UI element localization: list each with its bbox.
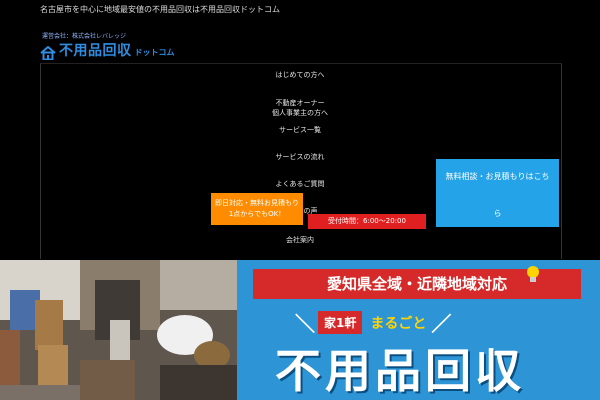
site-logo[interactable]: 不用品回収 ドットコム [40, 40, 175, 60]
house-icon [40, 46, 56, 60]
business-hours-badge: 受付時間：6:00〜20:00 [308, 214, 426, 229]
tagline-row: ＼ 家1軒 まるごと ／ [295, 311, 452, 336]
logo-main-text: 不用品回収 [59, 43, 132, 59]
logo-sub-text: ドットコム [134, 48, 175, 57]
quote-line2: ら [493, 209, 502, 218]
nav-item-sole-proprietors[interactable]: 個人事業主の方へ [272, 108, 328, 118]
lightbulb-icon [527, 266, 539, 282]
nav-item-company[interactable]: 会社案内 [286, 235, 314, 245]
nav-item-services[interactable]: サービス一覧 [279, 125, 321, 135]
company-name: 運営会社：株式会社レバレッジ [42, 33, 127, 40]
nav-item-beginners[interactable]: はじめての方へ [276, 70, 325, 80]
whole-house-highlight: まるごと [370, 315, 427, 332]
same-day-line2: 1点からでもOK！ [228, 210, 286, 218]
hero-title: 不用品回収 [275, 344, 525, 398]
hero-section: 愛知県全域・近隣地域対応 ＼ 家1軒 まるごと ／ 不用品回収 [0, 260, 600, 400]
cluttered-room-photo [0, 260, 237, 400]
nav-item-faq[interactable]: よくあるご質問 [276, 179, 325, 189]
site-tagline: 名古屋市を中心に地域最安値の不用品回収は不用品回収ドットコム [40, 5, 280, 14]
promo-poster: 愛知県全域・近隣地域対応 ＼ 家1軒 まるごと ／ 不用品回収 [237, 260, 600, 400]
free-consultation-button[interactable]: 無料相談・お見積もりはこち ら [436, 159, 559, 227]
whole-house-tag: 家1軒 [318, 311, 363, 334]
nav-item-property-owners[interactable]: 不動産オーナー [276, 98, 325, 108]
same-day-line1: 即日対応・無料お見積もり [215, 199, 299, 207]
nav-item-service-flow[interactable]: サービスの流れ [276, 152, 325, 162]
same-day-quote-button[interactable]: 即日対応・無料お見積もり 1点からでもOK！ [211, 193, 303, 225]
quote-line1: 無料相談・お見積もりはこち [445, 172, 550, 181]
